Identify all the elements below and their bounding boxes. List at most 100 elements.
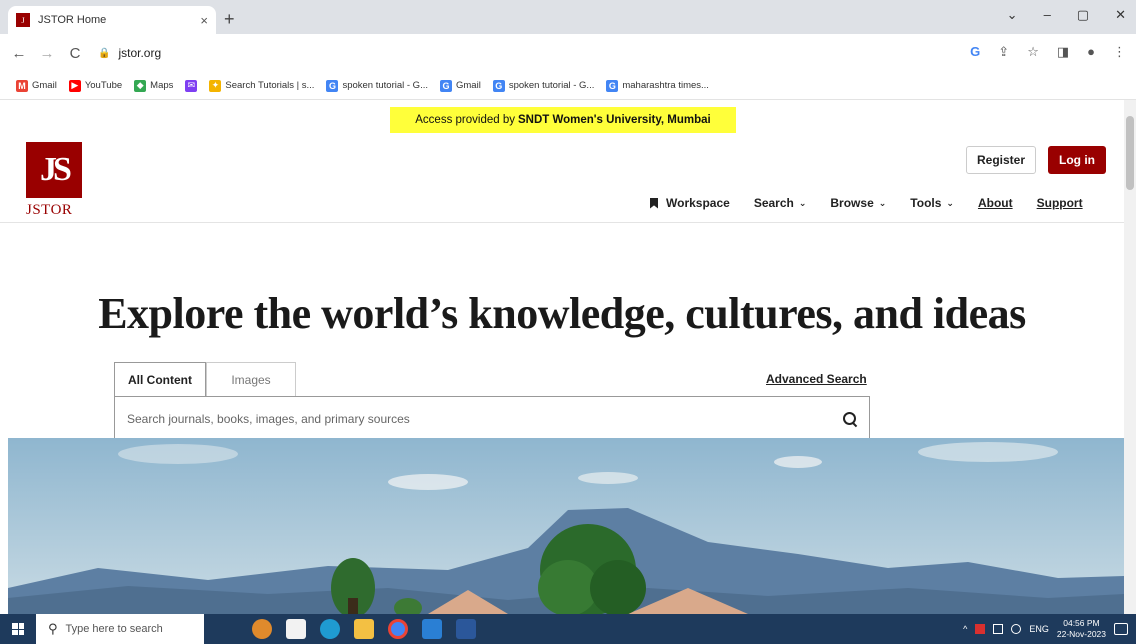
- tray-chevron-icon[interactable]: ^: [963, 624, 967, 634]
- search-box: [114, 396, 870, 442]
- widgets-icon[interactable]: [252, 619, 272, 639]
- bookmark-item[interactable]: Gmaharashtra times...: [606, 79, 709, 92]
- register-button[interactable]: Register: [966, 146, 1036, 174]
- side-panel-icon[interactable]: ◨: [1057, 44, 1069, 60]
- bookmark-item[interactable]: ✉: [185, 79, 198, 92]
- bookmark-label: spoken tutorial - G...: [508, 80, 595, 91]
- bookmark-label: Gmail: [456, 80, 481, 91]
- taskbar-apps: [252, 619, 476, 639]
- bookmark-item[interactable]: G Gmail: [440, 79, 481, 92]
- start-button[interactable]: [0, 614, 36, 644]
- search-icon[interactable]: [843, 412, 857, 426]
- nav-workspace-label: Workspace: [666, 196, 730, 210]
- bookmark-favicon-icon: G: [492, 79, 505, 92]
- nav-search[interactable]: Search ⌄: [754, 196, 807, 210]
- system-tray: ^ ENG 04:56 PM 22-Nov-2023: [963, 614, 1136, 644]
- antivirus-icon[interactable]: [975, 624, 986, 634]
- profile-icon[interactable]: ●: [1087, 44, 1095, 60]
- lock-icon[interactable]: 🔒: [98, 48, 110, 59]
- chevron-down-icon: ⌄: [798, 197, 807, 208]
- close-window-button[interactable]: ✕: [1115, 7, 1126, 23]
- google-icon[interactable]: G: [970, 44, 980, 60]
- bookmark-item[interactable]: M Gmail: [16, 79, 57, 92]
- bookmark-label: maharashtra times...: [622, 80, 709, 91]
- tab-images[interactable]: Images: [206, 362, 296, 396]
- main-navigation: Workspace Search ⌄ Browse ⌄ Tools ⌄ Abou…: [650, 196, 1083, 210]
- reload-button[interactable]: C: [64, 45, 86, 62]
- taskbar-search-icon: ⚲: [48, 621, 58, 636]
- login-button[interactable]: Log in: [1048, 146, 1106, 174]
- browser-tab-jstor[interactable]: J JSTOR Home ×: [8, 6, 216, 34]
- bookmark-item[interactable]: ▶ YouTube: [68, 79, 123, 92]
- minimize-button[interactable]: –: [1044, 7, 1051, 23]
- mail-icon[interactable]: [422, 619, 442, 639]
- menu-icon[interactable]: ⋮: [1113, 44, 1126, 60]
- clock-date: 22-Nov-2023: [1056, 629, 1106, 639]
- word-icon[interactable]: [456, 619, 476, 639]
- bookmarks-bar: M Gmail ▶ YouTube ◆ Maps ✉ ✦ Search Tutorials | …: [0, 72, 1136, 100]
- nav-about-label: About: [977, 196, 1013, 210]
- jstor-logo-mark-icon: JS: [26, 142, 82, 198]
- bookmark-label: YouTube: [84, 80, 123, 91]
- browser-toolbar: ← → C 🔒 jstor.org G ⇪ ☆ ◨ ● ⋮: [0, 34, 1136, 72]
- nav-support-label: Support: [1036, 196, 1083, 210]
- browser-tab-bar: J JSTOR Home × + ⌄ – ▢ ✕: [0, 0, 1136, 34]
- nav-browse[interactable]: Browse ⌄: [830, 196, 886, 210]
- hero-landscape-image: [8, 438, 1124, 614]
- tab-all-content[interactable]: All Content: [114, 362, 206, 396]
- back-button[interactable]: ←: [8, 45, 30, 62]
- share-icon[interactable]: ⇪: [998, 44, 1009, 60]
- page-scrollbar[interactable]: [1124, 100, 1136, 614]
- bookmark-item[interactable]: Gspoken tutorial - G...: [492, 79, 595, 92]
- search-input[interactable]: [127, 412, 843, 426]
- bookmark-star-icon[interactable]: ☆: [1027, 44, 1039, 60]
- nav-support[interactable]: Support: [1037, 196, 1083, 210]
- forward-button[interactable]: →: [36, 45, 58, 62]
- bookmark-item[interactable]: Gspoken tutorial - G...: [326, 79, 428, 92]
- bookmark-favicon-icon: G: [326, 79, 339, 92]
- access-prefix: Access provided by: [415, 114, 515, 126]
- nav-workspace[interactable]: Workspace: [650, 196, 730, 210]
- volume-icon[interactable]: [1011, 624, 1022, 634]
- bookmark-favicon-icon: G: [440, 79, 452, 92]
- new-tab-button[interactable]: +: [224, 9, 235, 30]
- system-clock[interactable]: 04:56 PM 22-Nov-2023: [1057, 618, 1106, 640]
- bookmark-favicon-icon: ◆: [134, 79, 147, 92]
- window-controls: ⌄ – ▢ ✕: [1007, 7, 1126, 23]
- bookmark-favicon-icon: M: [16, 79, 28, 92]
- maximize-button[interactable]: ▢: [1077, 7, 1089, 23]
- jstor-logo[interactable]: JS JSTOR: [26, 142, 86, 219]
- taskbar-search[interactable]: ⚲ Type here to search: [36, 614, 204, 644]
- nav-about[interactable]: About: [978, 196, 1013, 210]
- windows-taskbar: ⚲ Type here to search ^ ENG 04:56 PM 22-…: [0, 614, 1136, 644]
- address-bar[interactable]: 🔒 jstor.org: [98, 38, 958, 68]
- bookmark-label: Maps: [150, 80, 174, 91]
- clock-time: 04:56 PM: [1063, 618, 1100, 628]
- bookmark-item[interactable]: ✦ Search Tutorials | s...: [209, 79, 314, 92]
- chevron-down-icon: ⌄: [878, 197, 887, 208]
- notification-icon[interactable]: [1114, 623, 1128, 635]
- tab-close-icon[interactable]: ×: [200, 13, 208, 28]
- tab-title: JSTOR Home: [38, 14, 107, 26]
- edge-icon[interactable]: [320, 619, 340, 639]
- bookmark-favicon-icon: ▶: [68, 79, 81, 92]
- bookmark-label: spoken tutorial - G...: [342, 80, 428, 91]
- network-icon[interactable]: [993, 624, 1004, 634]
- chrome-icon[interactable]: [388, 619, 408, 639]
- bookmark-favicon-icon: ✦: [209, 79, 222, 92]
- page-headline: Explore the world’s knowledge, cultures,…: [98, 289, 1026, 338]
- bookmark-label: Gmail: [32, 80, 57, 91]
- tab-search-dropdown-icon[interactable]: ⌄: [1007, 7, 1018, 23]
- jstor-favicon-icon: J: [16, 13, 30, 27]
- windows-logo-icon: [12, 623, 24, 635]
- language-indicator[interactable]: ENG: [1029, 624, 1049, 634]
- jstor-page: Access provided by SNDT Women's Universi…: [0, 100, 1124, 614]
- nav-tools-label: Tools: [910, 196, 942, 210]
- store-icon[interactable]: [286, 619, 306, 639]
- advanced-search-link[interactable]: Advanced Search: [766, 372, 867, 386]
- scrollbar-thumb[interactable]: [1126, 116, 1134, 190]
- header-divider: [0, 222, 1124, 223]
- nav-tools[interactable]: Tools ⌄: [910, 196, 954, 210]
- file-explorer-icon[interactable]: [354, 619, 374, 639]
- bookmark-item[interactable]: ◆ Maps: [134, 79, 174, 92]
